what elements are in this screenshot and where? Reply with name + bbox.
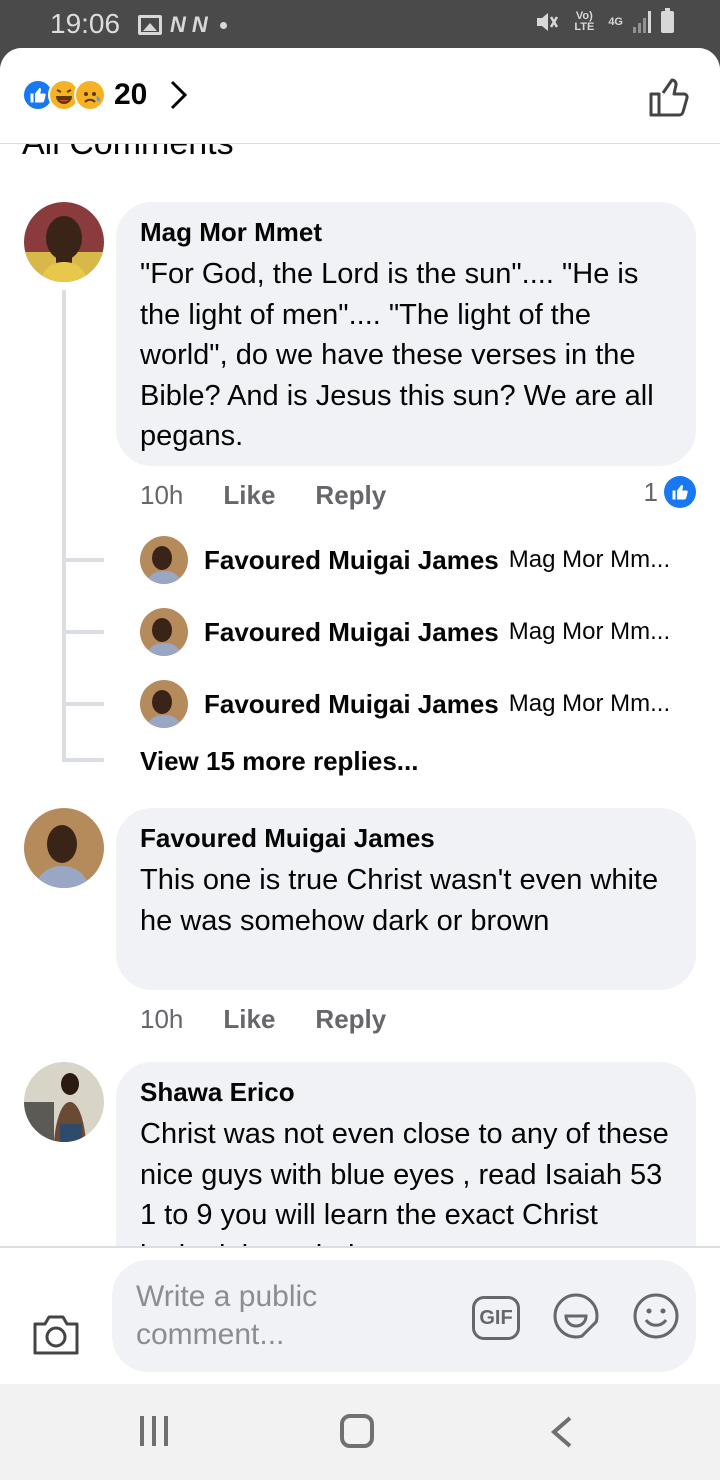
reaction-number: 1 [643, 476, 658, 507]
back-button[interactable] [548, 1416, 578, 1448]
reply-button[interactable]: Reply [315, 1004, 386, 1035]
more-notifications-icon [219, 21, 227, 29]
camera-button[interactable] [32, 1312, 80, 1356]
reply-author: Favoured Muigai James [204, 616, 499, 647]
comments-sheet: 20 All Comments Mag Mor Mmet "For God, t… [0, 48, 720, 1384]
network-type: 4G [608, 15, 623, 28]
comment-actions: 10h Like Reply [140, 480, 386, 511]
reaction-count: 20 [114, 78, 148, 111]
thread-branch [62, 758, 104, 762]
reactions-summary[interactable]: 20 [22, 78, 189, 112]
n-app-icon: N [191, 12, 208, 37]
avatar [140, 680, 188, 728]
battery-icon [661, 8, 674, 33]
system-icons: Vo) LTE 4G [534, 8, 674, 34]
like-button[interactable]: Like [223, 480, 275, 511]
comment-bubble: Mag Mor Mmet "For God, the Lord is the s… [116, 202, 696, 466]
gif-button[interactable]: GIF [472, 1296, 520, 1340]
avatar [140, 536, 188, 584]
comment-input[interactable]: Write a public comment... GIF [112, 1260, 696, 1372]
system-nav-bar [0, 1384, 720, 1480]
avatar[interactable] [24, 202, 104, 282]
thread-branch [62, 630, 104, 634]
mute-icon [537, 13, 559, 31]
comment-time: 10h [140, 1004, 184, 1034]
signal-icon [633, 11, 651, 33]
avatar[interactable] [24, 808, 104, 888]
thread-branch [62, 558, 104, 562]
reply-button[interactable]: Reply [315, 480, 386, 511]
reply-author: Favoured Muigai James [204, 688, 499, 719]
n-app-icon: N [170, 12, 186, 37]
volte-indicator: Vo) LTE [574, 10, 595, 33]
view-more-replies-link[interactable]: View 15 more replies... [140, 746, 418, 777]
comment-text: This one is true Christ wasn't even whit… [140, 864, 659, 937]
comment-input-placeholder: Write a public comment... [136, 1280, 318, 1351]
comment-bubble: Favoured Muigai James This one is true C… [116, 808, 696, 990]
reply-preview[interactable]: Favoured Muigai James Mag Mor Mm... [140, 536, 700, 584]
comment-reaction-count[interactable]: 1 [644, 476, 696, 508]
status-bar: 19:06 N N Vo) LTE 4G [0, 0, 720, 48]
recent-apps-button[interactable] [140, 1416, 168, 1446]
sad-reaction-icon [74, 79, 106, 111]
comment-author[interactable]: Shawa Erico [140, 1076, 672, 1108]
reply-snippet: Mag Mor Mm... [508, 546, 671, 573]
avatar [140, 608, 188, 656]
reply-preview[interactable]: Favoured Muigai James Mag Mor Mm... [140, 680, 700, 728]
status-time: 19:06 [50, 8, 121, 39]
comment-text: "For God, the Lord is the sun".... "He i… [140, 258, 654, 452]
comment-actions: 10h Like Reply [140, 1004, 386, 1035]
avatar[interactable] [24, 1062, 104, 1142]
chevron-right-icon [171, 80, 188, 110]
thread-branch [62, 702, 104, 706]
emoji-icon[interactable] [632, 1292, 680, 1340]
comment-composer: Write a public comment... GIF [0, 1246, 720, 1384]
like-reaction-icon [664, 476, 696, 508]
sticker-icon[interactable] [552, 1292, 600, 1340]
comment-time: 10h [140, 480, 184, 510]
thread-line [62, 290, 66, 762]
reply-snippet: Mag Mor Mm... [508, 618, 671, 645]
like-post-button[interactable] [648, 76, 690, 118]
gallery-icon [138, 15, 162, 35]
comment-author[interactable]: Favoured Muigai James [140, 822, 672, 854]
like-button[interactable]: Like [223, 1004, 275, 1035]
comment-author[interactable]: Mag Mor Mmet [140, 216, 672, 248]
reactions-header: 20 [0, 48, 720, 144]
reply-preview[interactable]: Favoured Muigai James Mag Mor Mm... [140, 608, 700, 656]
home-button[interactable] [340, 1414, 374, 1448]
notification-icons: N N [138, 12, 227, 38]
reply-author: Favoured Muigai James [204, 544, 499, 575]
reply-snippet: Mag Mor Mm... [508, 690, 671, 717]
